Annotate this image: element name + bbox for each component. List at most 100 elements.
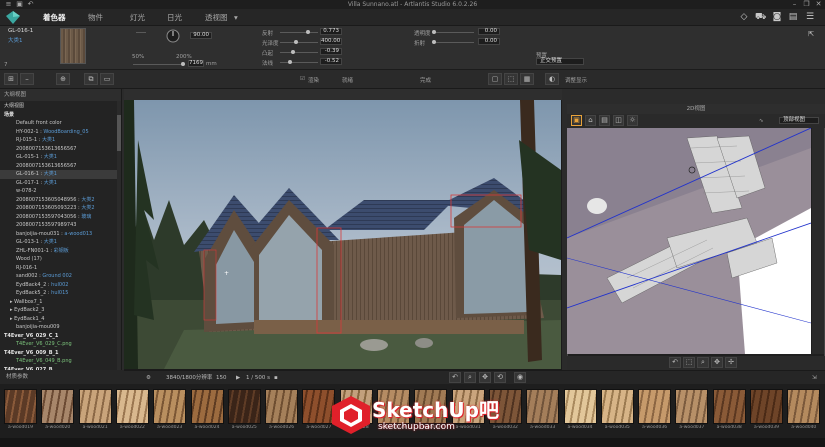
tree-item[interactable]: sand002 : Ground 002 xyxy=(0,272,118,281)
vp-pan-icon[interactable]: ✥ xyxy=(479,372,491,383)
tree-item[interactable]: ▸ Wallbox7_1 xyxy=(0,298,118,307)
param-field-bump[interactable]: -0.39 xyxy=(320,48,342,55)
tree-item[interactable]: 2008007153605048956 : 大类2 xyxy=(0,196,118,205)
tree-item[interactable]: GL-013-1 : 大类1 xyxy=(0,238,118,247)
tree-item[interactable]: GL-016-1 : 大类1 xyxy=(0,170,118,179)
param-field-gloss[interactable]: 400.00 xyxy=(320,38,342,45)
plan-pan-icon[interactable]: ✥ xyxy=(711,357,723,368)
material-swatch[interactable] xyxy=(265,389,299,424)
material-swatch[interactable] xyxy=(638,389,672,424)
plan-fit-icon[interactable]: ⬚ xyxy=(683,357,695,368)
param-slider-gloss[interactable] xyxy=(280,40,318,44)
tree-item[interactable]: T4Ever_V6_029_C.png xyxy=(0,340,118,349)
tree-item[interactable]: T4Ever_V6_029_C_1 xyxy=(0,332,118,341)
play-icon[interactable]: ▶ xyxy=(236,374,240,382)
plan-drawing[interactable] xyxy=(567,128,811,354)
plan-house-icon[interactable]: ⌂ xyxy=(585,115,596,126)
collapse-strip-icon[interactable]: ⇲ xyxy=(812,374,817,382)
tree-item[interactable]: banjoijia-mou009 xyxy=(0,323,118,332)
vp-zoom-icon[interactable]: ⌕ xyxy=(464,372,476,383)
tree-item[interactable]: 2008007153613656567 xyxy=(0,145,118,154)
diamond-icon[interactable]: ◇ xyxy=(739,12,749,22)
preview-button[interactable]: ▦ xyxy=(520,73,534,85)
stop-icon[interactable]: ▪ xyxy=(274,374,278,382)
tree-item[interactable]: banjoijia-mou031 : a-wood013 xyxy=(0,230,118,239)
tree-item-link[interactable]: 大类1 xyxy=(44,180,57,186)
preset-select[interactable]: 正交预置 xyxy=(536,58,584,65)
material-swatch[interactable] xyxy=(526,389,560,424)
tree-item[interactable]: 场景 xyxy=(0,111,118,120)
tree-item-link[interactable]: Ground 002 xyxy=(42,273,72,279)
param-field-transparency[interactable]: 0.00 xyxy=(478,28,500,35)
material-swatch[interactable] xyxy=(787,389,821,424)
tree-item[interactable]: RJ-015-1 : 大类1 xyxy=(0,136,118,145)
param-field-refraction[interactable]: 0.00 xyxy=(478,38,500,45)
tree-item[interactable]: T4Ever_V6_009_B_1 xyxy=(0,349,118,358)
duplicate-button[interactable]: ⧉ xyxy=(84,73,98,85)
render-icon[interactable]: ▤ xyxy=(788,12,798,22)
tree-scrollbar[interactable] xyxy=(117,101,121,370)
material-swatch[interactable] xyxy=(712,389,746,424)
plan-camera-icon[interactable]: ◫ xyxy=(613,115,624,126)
quality-label[interactable]: 150 xyxy=(216,374,227,382)
plan-curve-icon[interactable]: ∿ xyxy=(759,118,764,124)
tree-item[interactable]: Default front color xyxy=(0,119,118,128)
resolution-label[interactable]: 3840/1800分辨率 xyxy=(166,374,212,382)
plan-move-icon[interactable]: ✢ xyxy=(725,357,737,368)
tree-item-link[interactable]: WoodBoarding_05 xyxy=(43,129,88,135)
material-swatch[interactable] xyxy=(227,389,261,424)
param-field-reflection[interactable]: 0.773 xyxy=(320,28,342,35)
plan-scrollbar[interactable] xyxy=(812,128,824,354)
material-swatch[interactable] xyxy=(563,389,597,424)
expand-icon[interactable]: ⇱ xyxy=(806,29,816,39)
vp-back-icon[interactable]: ↶ xyxy=(449,372,461,383)
tree-item-link[interactable]: 玻璃 xyxy=(81,214,91,220)
tab-perspective[interactable]: 透视图 xyxy=(205,12,228,23)
tree-item[interactable]: EydBack5_2 : hul015 xyxy=(0,289,118,298)
tree-item-link[interactable]: hul002 xyxy=(51,282,68,288)
param-field-normal[interactable]: -0.52 xyxy=(320,58,342,65)
fit-button[interactable]: ▢ xyxy=(488,73,502,85)
tree-item[interactable]: 2008007153605093223 : 大类2 xyxy=(0,204,118,213)
material-swatch[interactable] xyxy=(78,389,112,424)
material-swatch[interactable] xyxy=(4,389,37,424)
tree-item[interactable]: 2008007153597043056 : 玻璃 xyxy=(0,213,118,222)
material-swatch[interactable] xyxy=(153,389,187,424)
plan-select-icon[interactable]: ▣ xyxy=(571,115,582,126)
tab-shaders[interactable]: 着色器 xyxy=(43,12,66,23)
render-check-icon[interactable]: ☑ xyxy=(300,76,305,82)
settings-icon[interactable]: ☰ xyxy=(805,12,815,22)
tree-view-button[interactable]: ⊞ xyxy=(4,73,18,85)
tree-item[interactable]: 2008007153597989743 xyxy=(0,221,118,230)
material-swatch[interactable] xyxy=(190,389,224,424)
tree-item-link[interactable]: 彩钢板 xyxy=(54,248,69,254)
plan-zoom-icon[interactable]: ⌕ xyxy=(697,357,709,368)
perspective-dropdown-icon[interactable]: ▾ xyxy=(234,12,238,23)
tree-item[interactable]: 2008007153613656567 xyxy=(0,162,118,171)
camera-icon[interactable]: ◙ xyxy=(772,12,782,22)
tab-lights[interactable]: 灯光 xyxy=(130,12,145,23)
adjust-button[interactable]: ◐ xyxy=(545,73,559,85)
plan-layers-icon[interactable]: ▤ xyxy=(599,115,610,126)
param-slider-bump[interactable] xyxy=(280,50,318,54)
tab-objects[interactable]: 物件 xyxy=(88,12,103,23)
angle-dial-icon[interactable] xyxy=(166,29,180,43)
plan-sun-icon[interactable]: ☼ xyxy=(627,115,638,126)
tree-item[interactable]: GL-017-1 : 大类1 xyxy=(0,179,118,188)
param-slider-transparency[interactable] xyxy=(432,30,474,34)
material-thumbnail[interactable] xyxy=(60,28,86,64)
param-slider-reflection[interactable] xyxy=(280,30,318,34)
plan-undo-icon[interactable]: ↶ xyxy=(669,357,681,368)
tree-item-link[interactable]: 大类1 xyxy=(44,171,57,177)
tree-item-link[interactable]: 大类1 xyxy=(42,137,55,143)
angle-field[interactable]: 90.00 xyxy=(190,32,212,39)
material-sub[interactable]: 大类1 xyxy=(8,36,23,44)
tree-item[interactable]: ▸ EydBack1_4 xyxy=(0,315,118,324)
tree-item-link[interactable]: 大类1 xyxy=(44,154,57,160)
tree-item[interactable]: Wood (17) xyxy=(0,255,118,264)
tree-item-link[interactable]: 大类2 xyxy=(81,205,94,211)
size-field[interactable]: 7169 xyxy=(188,60,204,67)
tab-sun[interactable]: 日光 xyxy=(167,12,182,23)
param-slider-refraction[interactable] xyxy=(432,40,474,44)
param-slider-normal[interactable] xyxy=(280,60,318,64)
